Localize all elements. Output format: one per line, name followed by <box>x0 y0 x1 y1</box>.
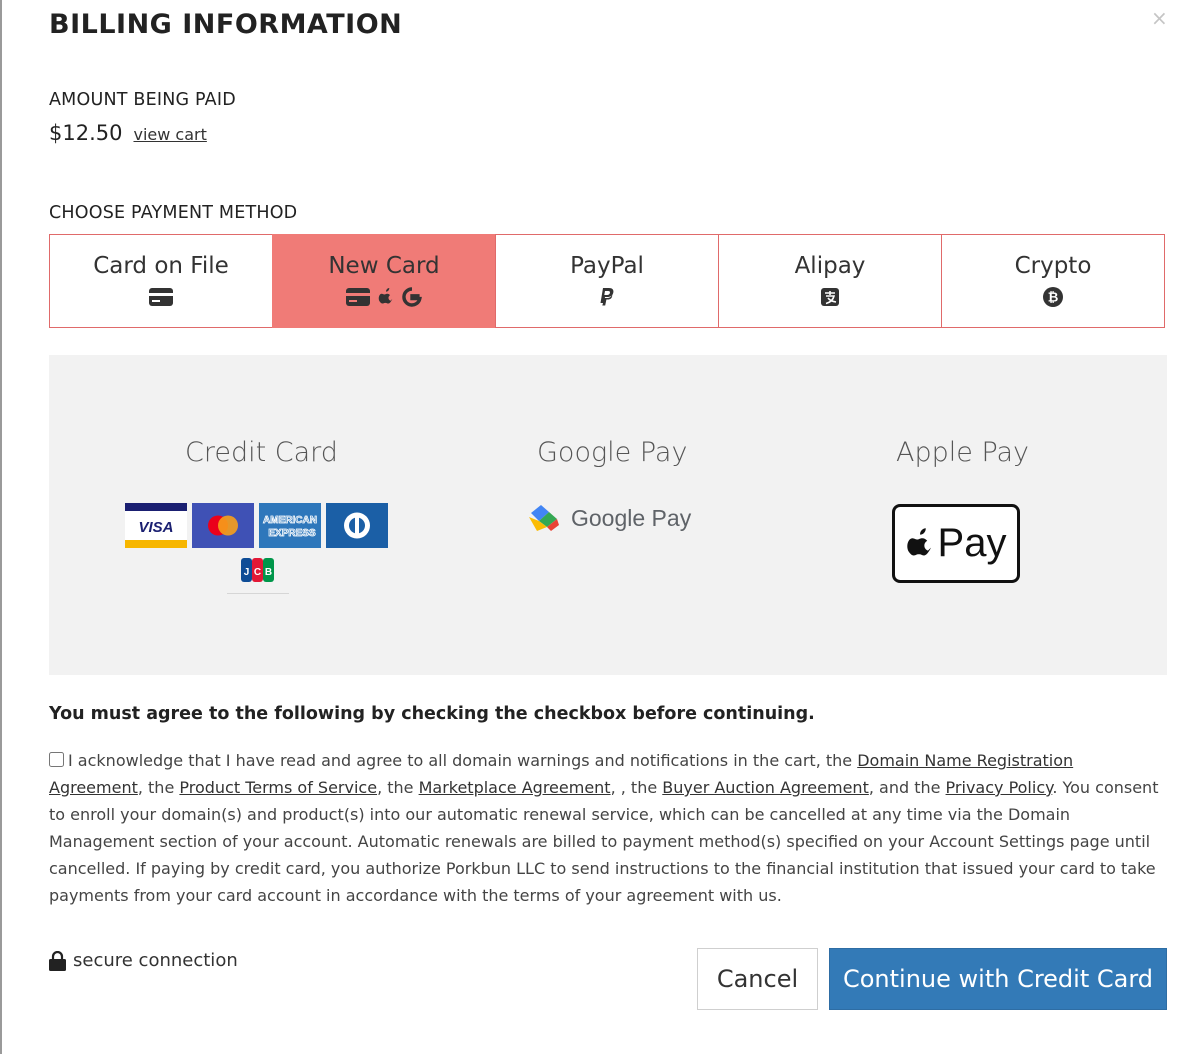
amount-value: $12.50 <box>49 121 123 145</box>
credit-card-title: Credit Card <box>185 437 338 468</box>
agreement-text-part: , , the <box>610 778 663 797</box>
tab-paypal[interactable]: PayPal <box>495 234 719 328</box>
tab-crypto[interactable]: Crypto ₿ <box>941 234 1165 328</box>
paypal-icon <box>600 288 614 306</box>
apple-icon <box>906 527 931 555</box>
google-icon <box>402 287 422 307</box>
payment-method-heading: CHOOSE PAYMENT METHOD <box>49 203 298 223</box>
tab-label: PayPal <box>570 253 644 279</box>
amount-heading: AMOUNT BEING PAID <box>49 90 236 110</box>
alipay-icon <box>821 288 839 306</box>
svg-text:EXPRESS: EXPRESS <box>268 528 316 539</box>
svg-text:₿: ₿ <box>1048 291 1059 306</box>
google-pay-icon <box>529 505 559 531</box>
agreement-text: I acknowledge that I have read and agree… <box>49 747 1159 909</box>
view-cart-link[interactable]: view cart <box>133 125 206 144</box>
agreement-text-part: , the <box>137 778 180 797</box>
amount-row: $12.50 view cart <box>49 121 207 145</box>
google-pay-option[interactable]: Google Pay <box>537 437 687 468</box>
cancel-button[interactable]: Cancel <box>697 948 818 1010</box>
credit-card-icon <box>149 288 173 306</box>
agreement-warning: You must agree to the following by check… <box>49 704 815 724</box>
apple-pay-option[interactable]: Apple Pay <box>896 437 1029 468</box>
privacy-policy-link[interactable]: Privacy Policy <box>946 778 1053 797</box>
bitcoin-icon: ₿ <box>1043 287 1063 307</box>
tab-card-on-file[interactable]: Card on File <box>49 234 273 328</box>
credit-card-option[interactable]: Credit Card <box>185 437 338 468</box>
svg-text:VISA: VISA <box>138 519 173 536</box>
google-pay-title: Google Pay <box>537 437 688 468</box>
close-icon[interactable]: × <box>1151 6 1168 30</box>
diners-club-logo <box>326 503 388 548</box>
tab-label: New Card <box>328 253 440 279</box>
svg-text:AMERICAN: AMERICAN <box>263 515 317 526</box>
tab-new-card[interactable]: New Card <box>272 234 496 328</box>
svg-text:J: J <box>244 567 250 578</box>
google-pay-logo: Google Pay <box>527 503 691 533</box>
apple-pay-title: Apple Pay <box>896 437 1030 468</box>
agreement-text-part: , the <box>377 778 419 797</box>
agreement-text-part: I acknowledge that I have read and agree… <box>68 751 858 770</box>
american-express-logo: AMERICAN EXPRESS <box>259 503 321 548</box>
continue-button[interactable]: Continue with Credit Card <box>829 948 1167 1010</box>
product-terms-link[interactable]: Product Terms of Service <box>179 778 377 797</box>
tab-label: Crypto <box>1014 253 1092 279</box>
divider <box>227 593 289 594</box>
agreement-text-part: , and the <box>868 778 946 797</box>
page-title: BILLING INFORMATION <box>49 9 403 40</box>
mastercard-logo <box>192 503 254 548</box>
apple-icon <box>378 288 393 304</box>
agree-checkbox[interactable] <box>49 752 64 767</box>
payment-method-tabs: Card on File New Card PayPal Alipay Cryp… <box>49 234 1167 328</box>
tab-label: Card on File <box>93 253 229 279</box>
svg-text:C: C <box>254 567 261 578</box>
secure-connection-label: secure connection <box>73 950 238 971</box>
google-pay-logo-text: Google Pay <box>571 504 692 531</box>
agreement-text-part: . You consent to enroll your domain(s) a… <box>49 778 1159 905</box>
apple-pay-logo-text: Pay <box>937 521 1007 565</box>
window-edge <box>0 0 2 1054</box>
secure-connection: secure connection <box>49 950 238 971</box>
credit-card-icon <box>346 288 370 306</box>
payment-options-panel: Credit Card VISA AMERICAN EXPRESS JCB Goo… <box>49 355 1167 675</box>
tab-label: Alipay <box>794 253 866 279</box>
lock-icon <box>49 950 66 971</box>
apple-pay-logo: Pay <box>892 504 1020 583</box>
tab-alipay[interactable]: Alipay <box>718 234 942 328</box>
marketplace-agreement-link[interactable]: Marketplace Agreement <box>419 778 611 797</box>
visa-logo: VISA <box>125 503 187 548</box>
svg-text:B: B <box>265 567 272 578</box>
buyer-auction-agreement-link[interactable]: Buyer Auction Agreement <box>662 778 869 797</box>
jcb-logo: JCB <box>241 558 274 582</box>
